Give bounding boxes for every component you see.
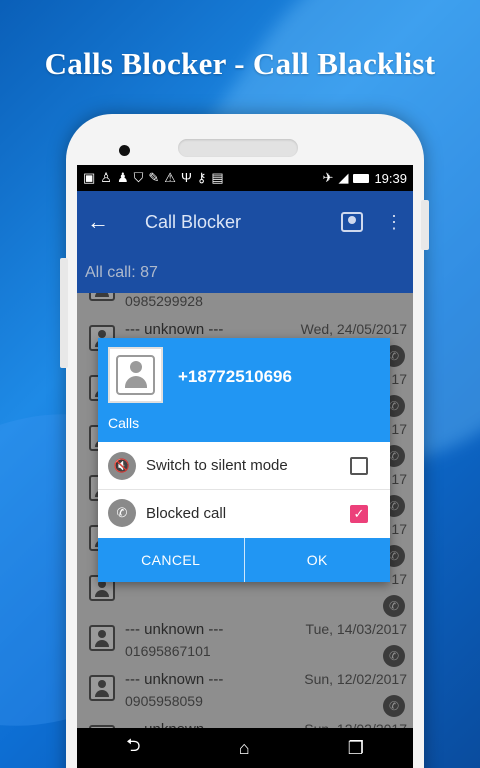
list-item[interactable]: --- unknown --- 01695867101 Tue, 14/03/2… [77, 615, 413, 667]
warning-icon: ⚠ [164, 170, 176, 185]
notification-icons: ▣ ♙ ♟ ⛉ ✎ ⚠ Ψ ⚷ ▤ [83, 170, 224, 186]
contact-avatar-icon [89, 293, 115, 301]
nav-back-icon[interactable]: ⮌ [126, 733, 140, 763]
phone-speaker [178, 139, 298, 157]
call-date: 17 [391, 371, 407, 387]
app-title: Call Blocker [145, 211, 242, 232]
app-bar: ← Call Blocker ⋮ [77, 191, 413, 253]
caller-number: 01695867101 [125, 643, 211, 659]
dialog-buttons: CANCEL OK [98, 538, 390, 582]
call-date: 17 [391, 421, 407, 437]
caller-number: 0985299928 [125, 293, 203, 309]
contact-avatar-icon [108, 347, 163, 403]
status-bar: ▣ ♙ ♟ ⛉ ✎ ⚠ Ψ ⚷ ▤ ✈ ◢ 19:39 [77, 165, 413, 191]
call-date: Wed, 24/05/2017 [300, 321, 407, 337]
gallery-icon: ▤ [211, 170, 224, 185]
contacts-icon[interactable] [341, 212, 363, 232]
nav-recents-icon[interactable]: ❐ [348, 738, 364, 759]
option-label: Switch to silent mode [146, 457, 288, 474]
system-nav-bar: ⮌ ⌂ ❐ [77, 728, 413, 768]
signal-icon: ◢ [338, 170, 349, 185]
caller-name: --- unknown --- [125, 621, 224, 638]
shield-icon: ⛉ [133, 170, 144, 185]
blocked-call-checkbox[interactable]: ✓ [350, 505, 368, 523]
call-date: Tue, 14/03/2017 [305, 621, 407, 637]
nav-home-icon[interactable]: ⌂ [239, 738, 250, 759]
android-icon: ♙ [100, 170, 112, 185]
option-label: Blocked call [146, 504, 227, 522]
contact-avatar-icon [89, 625, 115, 651]
blocked-call-option[interactable]: ✆ Blocked call ✓ [98, 489, 390, 536]
caller-number: 0905958059 [125, 693, 203, 709]
phone-icon[interactable]: ✆ [383, 645, 405, 667]
caller-name: --- unknown --- [125, 321, 224, 338]
silent-mode-option[interactable]: 🔇 Switch to silent mode [98, 442, 390, 489]
mute-icon: 🔇 [108, 451, 136, 480]
silent-mode-checkbox[interactable] [350, 457, 368, 475]
list-item[interactable]: 0985299928 [77, 293, 413, 315]
phone-icon[interactable]: ✆ [383, 695, 405, 717]
phone-icon[interactable]: ✆ [383, 595, 405, 617]
person-icon: ♟ [116, 170, 129, 185]
call-count-bar: All call: 87 [77, 253, 413, 293]
block-options-dialog: +18772510696 Calls 🔇 Switch to silent mo… [98, 338, 390, 582]
promo-headline: Calls Blocker - Call Blacklist [44, 46, 436, 81]
dialog-phone-number: +18772510696 [178, 367, 292, 386]
dialog-subtitle: Calls [108, 415, 140, 431]
usb-icon: Ψ [180, 170, 192, 185]
power-button [421, 200, 429, 250]
battery-icon [353, 173, 370, 183]
call-date: Sun, 12/02/2017 [304, 671, 407, 687]
cancel-button[interactable]: CANCEL [98, 538, 244, 582]
key-icon: ⚷ [196, 170, 207, 185]
list-item[interactable]: --- unknown --- 0905958059 Sun, 12/02/20… [77, 665, 413, 717]
caller-name: --- unknown --- [125, 671, 224, 688]
clock: 19:39 [374, 170, 407, 186]
call-date: 17 [391, 471, 407, 487]
back-arrow-icon[interactable]: ← [87, 209, 127, 235]
ok-button[interactable]: OK [243, 538, 391, 582]
volume-button [60, 258, 68, 368]
contact-avatar-icon [89, 675, 115, 701]
front-camera [119, 145, 130, 156]
image-icon: ▣ [83, 170, 96, 185]
call-count-label: All call: 87 [85, 264, 158, 281]
call-date: 17 [391, 521, 407, 537]
dialog-header: +18772510696 Calls [98, 338, 390, 442]
overflow-menu-icon[interactable]: ⋮ [385, 212, 403, 233]
phone-icon: ✆ [108, 499, 136, 527]
signal-off-icon: ✈ [322, 170, 334, 185]
call-date: 17 [391, 571, 407, 587]
wrench-icon: ✎ [148, 170, 160, 185]
system-status: ✈ ◢ 19:39 [323, 170, 407, 186]
